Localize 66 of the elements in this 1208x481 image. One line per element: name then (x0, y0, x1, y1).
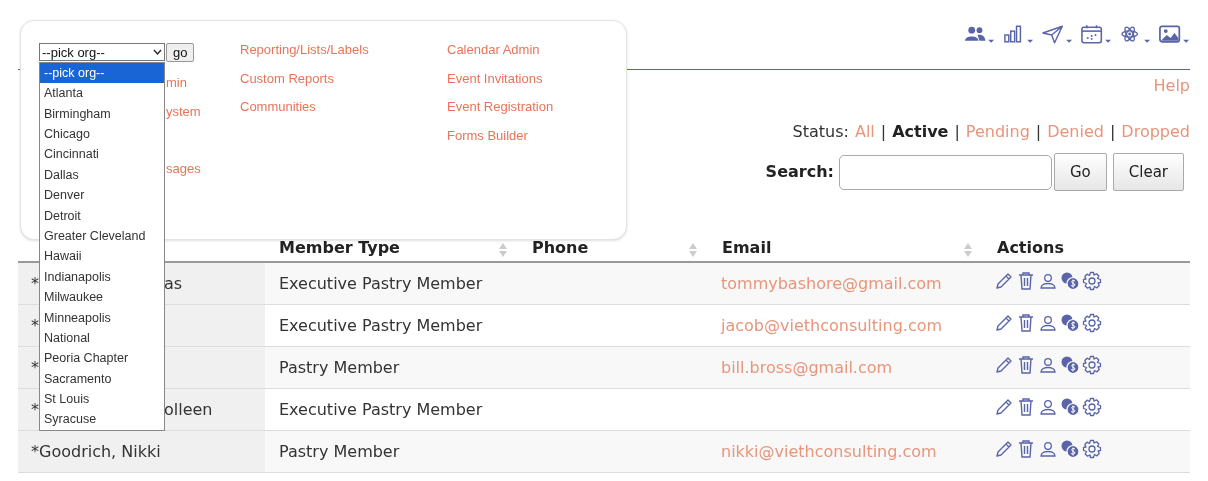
org-option[interactable]: Milwaukee (40, 287, 164, 308)
name-text: * (31, 314, 39, 337)
table-cell-text: Executive Pastry Member (279, 314, 483, 337)
column-header[interactable]: Actions (997, 236, 1064, 260)
separator: | (880, 121, 887, 143)
org-option[interactable]: Denver (40, 185, 164, 206)
org-option[interactable]: Indianapolis (40, 266, 164, 288)
name-text: * (31, 356, 39, 379)
status-link[interactable]: Active (892, 120, 949, 144)
table-cell-text: Executive Pastry Member (279, 398, 483, 421)
status-label: Status: (792, 121, 849, 143)
go-button[interactable]: go (166, 43, 195, 62)
search-label: Search: (765, 161, 834, 183)
coins-icon[interactable] (1060, 396, 1080, 417)
trash-icon[interactable] (1016, 270, 1036, 291)
org-select[interactable]: --pick org-- (39, 43, 165, 61)
coins-icon[interactable] (1060, 312, 1080, 333)
name-text: olleen (164, 398, 213, 421)
column-header[interactable]: Email (722, 236, 772, 260)
trash-icon[interactable] (1016, 354, 1036, 375)
search-field[interactable] (838, 154, 1052, 190)
caret-icon (153, 49, 162, 55)
org-option[interactable]: Syracuse (40, 409, 164, 431)
send-menu-button[interactable] (1041, 24, 1073, 46)
settings-icon[interactable] (1082, 396, 1102, 417)
org-option[interactable]: Birmingham (40, 103, 164, 125)
name-text: as (164, 272, 183, 295)
org-option[interactable]: Peoria Chapter (40, 348, 164, 369)
org-option[interactable]: St Louis (40, 389, 164, 410)
column-header[interactable]: Phone (532, 236, 589, 260)
settings-icon[interactable] (1082, 270, 1102, 291)
org-option[interactable]: Atlanta (40, 83, 164, 104)
org-option[interactable]: Minneapolis (40, 307, 164, 329)
org-option[interactable]: Sacramento (40, 368, 164, 390)
org-option[interactable]: Chicago (40, 124, 164, 145)
table-cell-text: Pastry Member (279, 356, 400, 379)
column-header[interactable]: Member Type (279, 236, 400, 260)
table-cell-text: Executive Pastry Member (279, 272, 483, 295)
trash-icon[interactable] (1016, 438, 1036, 459)
org-option[interactable]: --pick org-- (40, 63, 164, 84)
settings-icon[interactable] (1082, 438, 1102, 459)
settings-icon[interactable] (1082, 312, 1102, 333)
org-option[interactable]: Hawaii (40, 246, 164, 267)
name-text: *Goodrich, Nikki (31, 440, 161, 463)
go-button[interactable]: Go (1053, 153, 1107, 191)
settings-icon[interactable] (1082, 354, 1102, 375)
coins-icon[interactable] (1060, 438, 1080, 459)
trash-icon[interactable] (1016, 396, 1036, 417)
org-option[interactable]: Detroit (40, 205, 164, 227)
name-text: * (31, 272, 39, 295)
calendar-menu-button[interactable] (1080, 24, 1112, 46)
coins-icon[interactable] (1060, 270, 1080, 291)
trash-icon[interactable] (1016, 312, 1036, 333)
separator: | (954, 121, 960, 143)
name-text: * (31, 398, 39, 421)
org-option[interactable]: Cincinnati (40, 144, 164, 165)
separator: | (1109, 121, 1116, 143)
clear-button[interactable]: Clear (1112, 153, 1184, 191)
org-option[interactable]: Dallas (40, 164, 164, 186)
org-option[interactable]: Greater Cleveland (40, 226, 164, 247)
coins-icon[interactable] (1060, 354, 1080, 375)
image-menu-button[interactable] (1158, 24, 1190, 46)
org-option[interactable]: National (40, 328, 164, 349)
table-cell-text: Pastry Member (279, 440, 400, 463)
bar-chart-menu-button[interactable] (1002, 24, 1034, 46)
separator: | (1035, 121, 1042, 143)
